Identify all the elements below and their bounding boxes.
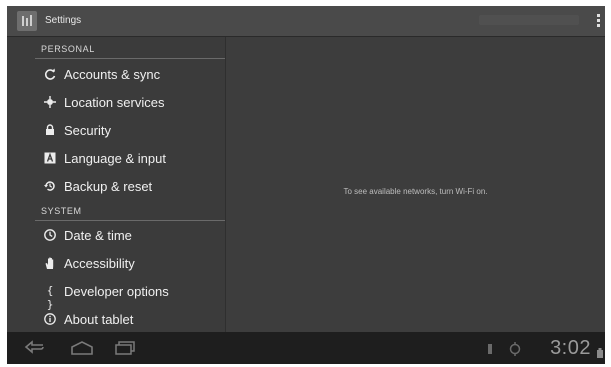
lock-icon bbox=[43, 123, 57, 137]
settings-item-security[interactable]: Security bbox=[35, 117, 225, 143]
item-label: Security bbox=[64, 123, 111, 138]
section-divider bbox=[35, 220, 225, 221]
action-bar-faded-item bbox=[479, 15, 579, 25]
settings-item-date-time[interactable]: Date & time bbox=[35, 222, 225, 248]
item-label: Language & input bbox=[64, 151, 166, 166]
info-icon bbox=[43, 312, 57, 326]
item-label: Accounts & sync bbox=[64, 67, 161, 82]
settings-item-language-input[interactable]: Language & input bbox=[35, 145, 225, 171]
overflow-menu-icon[interactable] bbox=[594, 13, 602, 29]
settings-item-accessibility[interactable]: Accessibility bbox=[35, 250, 225, 276]
item-label: Developer options bbox=[64, 284, 169, 299]
item-label: Backup & reset bbox=[64, 179, 153, 194]
home-button[interactable] bbox=[69, 340, 95, 361]
sync-icon bbox=[43, 67, 57, 81]
action-bar: Settings bbox=[7, 6, 605, 37]
tablet-screen: Settings PERSONAL Accounts & sync Locati… bbox=[7, 6, 605, 364]
back-icon bbox=[24, 340, 44, 354]
system-nav-bar: 3:02 bbox=[7, 332, 605, 364]
status-clock[interactable]: 3:02 bbox=[550, 337, 591, 360]
settings-list: PERSONAL Accounts & sync Location servic… bbox=[7, 37, 225, 332]
keyboard-icon bbox=[43, 151, 57, 165]
battery-icon bbox=[597, 345, 603, 363]
sliders-icon bbox=[22, 15, 32, 26]
item-label: About tablet bbox=[64, 312, 134, 327]
clock-icon bbox=[43, 228, 57, 242]
wifi-off-message: To see available networks, turn Wi-Fi on… bbox=[343, 187, 488, 196]
sync-status-icon bbox=[508, 342, 522, 361]
settings-item-accounts-sync[interactable]: Accounts & sync bbox=[35, 61, 225, 87]
recent-apps-icon bbox=[115, 341, 135, 355]
item-label: Date & time bbox=[64, 228, 132, 243]
settings-item-location-services[interactable]: Location services bbox=[35, 89, 225, 115]
settings-app-icon[interactable] bbox=[17, 11, 37, 31]
braces-icon: { } bbox=[46, 284, 54, 311]
back-button[interactable] bbox=[23, 340, 47, 361]
section-divider bbox=[35, 58, 225, 59]
backup-icon bbox=[43, 179, 57, 193]
recent-apps-button[interactable] bbox=[113, 340, 137, 361]
settings-item-developer-options[interactable]: { } Developer options bbox=[35, 278, 225, 311]
item-label: Accessibility bbox=[64, 256, 135, 271]
wifi-content-pane: To see available networks, turn Wi-Fi on… bbox=[226, 37, 605, 332]
settings-item-about-tablet[interactable]: About tablet bbox=[35, 306, 225, 332]
settings-item-backup-reset[interactable]: Backup & reset bbox=[35, 173, 225, 199]
hand-icon bbox=[43, 256, 57, 270]
section-header-personal: PERSONAL bbox=[41, 44, 95, 54]
section-header-system: SYSTEM bbox=[41, 206, 82, 216]
notification-icon[interactable] bbox=[485, 342, 495, 360]
home-icon bbox=[71, 341, 93, 355]
app-title: Settings bbox=[45, 15, 82, 26]
location-icon bbox=[43, 95, 57, 109]
item-label: Location services bbox=[64, 95, 165, 110]
